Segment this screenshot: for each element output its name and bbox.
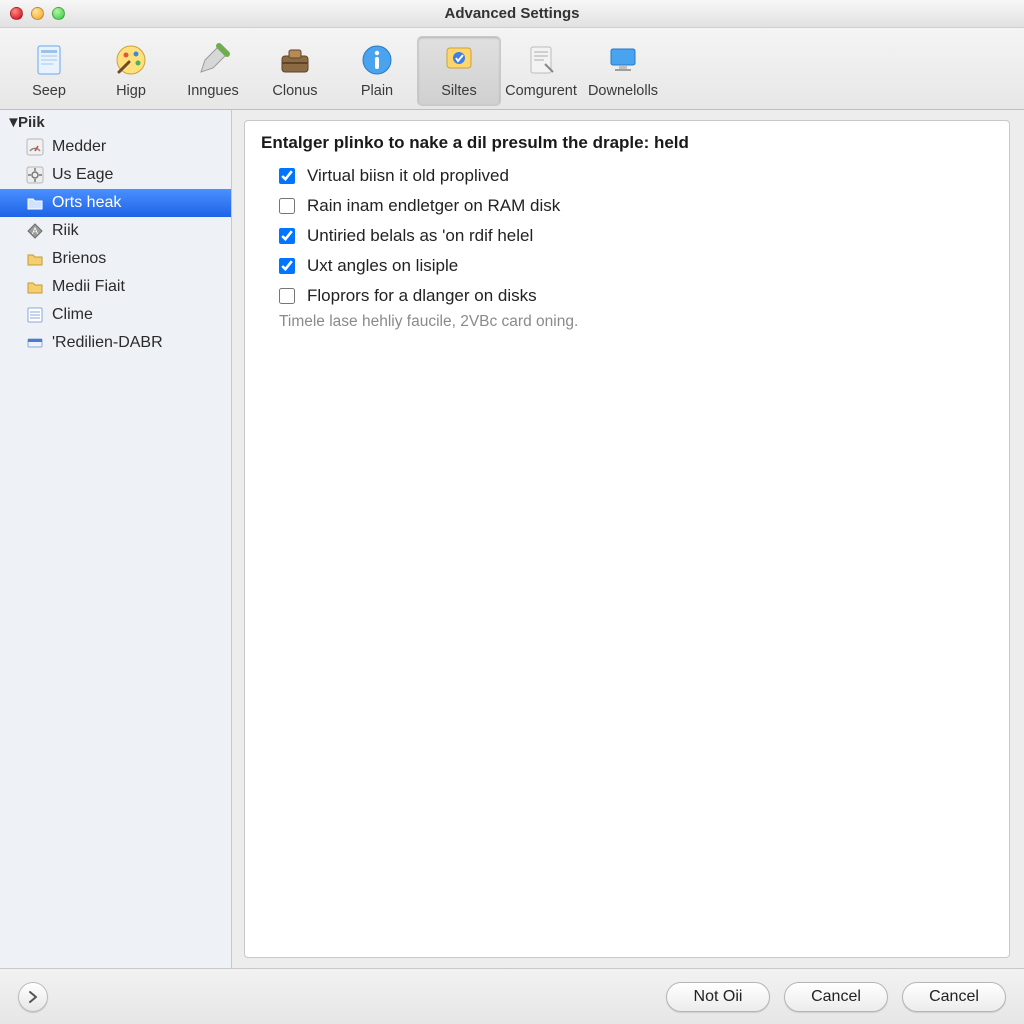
folder2-icon (26, 278, 44, 296)
toolbar-tab-label: Clonus (272, 83, 317, 99)
sidebar-item[interactable]: 'Redilien-DABR (0, 329, 231, 357)
option-row[interactable]: Untiried belals as 'on rdif helel (261, 221, 993, 251)
drive-icon (26, 334, 44, 352)
titlebar: Advanced Settings (0, 0, 1024, 28)
sidebar-root-label: Piik (18, 114, 45, 131)
option-checkbox[interactable] (279, 198, 295, 214)
toolbar-tab-comgurent[interactable]: Comgurent (500, 37, 582, 105)
arrow-right-icon (26, 990, 40, 1004)
toolbar-tab-label: Inngues (187, 83, 239, 99)
sidebar-item-label: Brienos (52, 250, 106, 268)
sidebar: ▼ Piik Medder Us Eage Orts heak A Riik Brieno… (0, 110, 232, 968)
close-window-button[interactable] (10, 7, 23, 20)
content-wrap: Entalger plinko to nake a dil presulm th… (232, 110, 1024, 968)
sidebar-item-label: Medii Fiait (52, 278, 125, 296)
footer-button[interactable]: Not Oii (666, 982, 770, 1012)
option-checkbox[interactable] (279, 168, 295, 184)
page-icon (522, 41, 560, 79)
toolbar-tab-plain[interactable]: Plain (336, 37, 418, 105)
sidebar-item-label: Us Eage (52, 166, 113, 184)
option-label: Rain inam endletger on RAM disk (307, 196, 560, 216)
sidebar-item[interactable]: Us Eage (0, 161, 231, 189)
sidebar-item[interactable]: Clime (0, 301, 231, 329)
option-row[interactable]: Floprors for a dlanger on disks (261, 281, 993, 311)
footer-button[interactable]: Cancel (784, 982, 888, 1012)
sidebar-item[interactable]: Medii Fiait (0, 273, 231, 301)
footer-button[interactable]: Cancel (902, 982, 1006, 1012)
toolbar-tab-higp[interactable]: Higp (90, 37, 172, 105)
pencil-icon (194, 41, 232, 79)
toolbar: Seep Higp Inngues Clonus Plain Siltes Comguren… (0, 28, 1024, 110)
gear-icon (26, 166, 44, 184)
option-label: Untiried belals as 'on rdif helel (307, 226, 533, 246)
toolbar-tab-label: Plain (361, 83, 393, 99)
toolbar-tab-label: Higp (116, 83, 146, 99)
disclosure-triangle-icon[interactable]: ▼ (6, 114, 18, 131)
sidebar-item[interactable]: Medder (0, 133, 231, 161)
toolbar-tab-downelolls[interactable]: Downelolls (582, 37, 664, 105)
sidebar-item[interactable]: Orts heak (0, 189, 231, 217)
zoom-window-button[interactable] (52, 7, 65, 20)
body: ▼ Piik Medder Us Eage Orts heak A Riik Brieno… (0, 110, 1024, 968)
sidebar-item-label: Orts heak (52, 194, 121, 212)
sidebar-item[interactable]: Brienos (0, 245, 231, 273)
minimize-window-button[interactable] (31, 7, 44, 20)
option-checkbox[interactable] (279, 228, 295, 244)
shield-icon (440, 41, 478, 79)
settings-window: Advanced Settings Seep Higp Inngues Clonus P… (0, 0, 1024, 1024)
svg-text:A: A (32, 226, 38, 236)
option-row[interactable]: Uxt angles on lisiple (261, 251, 993, 281)
palette-icon (112, 41, 150, 79)
gauge-icon (26, 138, 44, 156)
option-label: Virtual biisn it old proplived (307, 166, 509, 186)
doc-icon (30, 41, 68, 79)
monitor-icon (604, 41, 642, 79)
toolbar-tab-siltes[interactable]: Siltes (418, 37, 500, 105)
sidebar-root[interactable]: ▼ Piik (0, 112, 231, 133)
panel-heading: Entalger plinko to nake a dil presulm th… (261, 133, 993, 153)
sidebar-item-label: Clime (52, 306, 93, 324)
toolbar-tab-label: Downelolls (588, 83, 658, 99)
folder2-icon (26, 250, 44, 268)
toolbar-tab-inngues[interactable]: Inngues (172, 37, 254, 105)
sidebar-item[interactable]: A Riik (0, 217, 231, 245)
option-label: Uxt angles on lisiple (307, 256, 458, 276)
help-button[interactable] (18, 982, 48, 1012)
content-panel: Entalger plinko to nake a dil presulm th… (244, 120, 1010, 958)
folder-icon (26, 194, 44, 212)
sidebar-item-label: Medder (52, 138, 106, 156)
option-checkbox[interactable] (279, 288, 295, 304)
window-controls (10, 7, 65, 20)
toolbar-tab-seep[interactable]: Seep (8, 37, 90, 105)
option-checkbox[interactable] (279, 258, 295, 274)
info-icon (358, 41, 396, 79)
window-title: Advanced Settings (0, 5, 1024, 22)
option-label: Floprors for a dlanger on disks (307, 286, 537, 306)
option-row[interactable]: Virtual biisn it old proplived (261, 161, 993, 191)
toolbar-tab-label: Seep (32, 83, 66, 99)
footer: Not Oii Cancel Cancel (0, 968, 1024, 1024)
list-icon (26, 306, 44, 324)
sidebar-item-label: Riik (52, 222, 79, 240)
panel-hint: Timele lase hehliy faucile, 2VBc card on… (261, 313, 993, 331)
option-row[interactable]: Rain inam endletger on RAM disk (261, 191, 993, 221)
toolbox-icon (276, 41, 314, 79)
toolbar-tab-label: Siltes (441, 83, 476, 99)
tag-icon: A (26, 222, 44, 240)
sidebar-item-label: 'Redilien-DABR (52, 334, 163, 352)
toolbar-tab-label: Comgurent (505, 83, 577, 99)
toolbar-tab-clonus[interactable]: Clonus (254, 37, 336, 105)
